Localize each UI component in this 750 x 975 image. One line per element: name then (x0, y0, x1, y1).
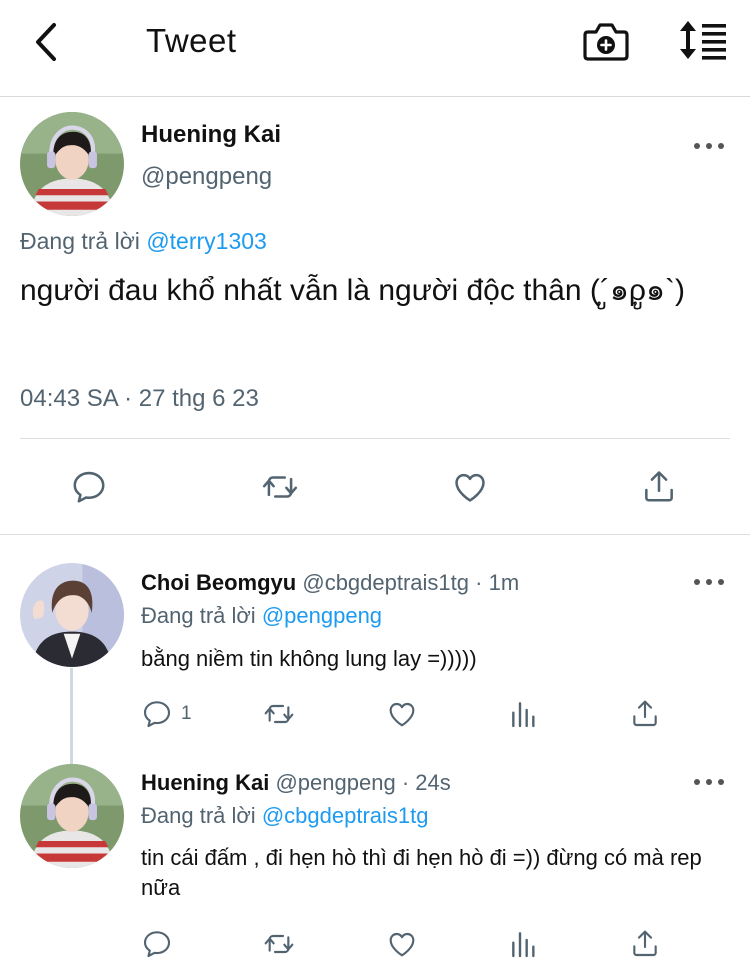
reply-icon (141, 928, 173, 960)
mention-link[interactable]: @pengpeng (262, 603, 382, 628)
camera-button[interactable] (582, 18, 630, 64)
share-icon (629, 926, 661, 960)
mention-link[interactable]: @cbgdeptrais1tg (262, 803, 429, 828)
dot-icon (706, 779, 712, 785)
more-options-button[interactable] (694, 775, 724, 789)
replying-to: Đang trả lời @pengpeng (141, 603, 382, 629)
dot-icon (706, 143, 712, 149)
author-name[interactable]: Huening Kai (141, 770, 269, 795)
author-handle[interactable]: @cbgdeptrais1tg (302, 570, 469, 595)
reply-header: Huening Kai @pengpeng · 24s (141, 770, 451, 796)
replying-prefix: Đang trả lời (20, 228, 140, 254)
sort-button[interactable] (676, 18, 730, 62)
reply-count: 1 (181, 703, 192, 724)
reply-text: tin cái đấm , đi hẹn hò thì đi hẹn hò đi… (141, 845, 702, 900)
view-stats-button[interactable] (508, 928, 540, 960)
page-title: Tweet (146, 22, 237, 59)
bar-chart-icon (508, 698, 540, 730)
reply-button[interactable] (70, 468, 108, 506)
dot-icon (694, 579, 700, 585)
chevron-left-icon (36, 23, 56, 61)
bar-chart-icon (508, 928, 540, 960)
like-button[interactable] (450, 468, 490, 506)
heart-icon (385, 928, 419, 960)
dot-icon (718, 143, 724, 149)
more-options-button[interactable] (694, 139, 724, 153)
thread-line (70, 668, 73, 766)
reply-header: Choi Beomgyu @cbgdeptrais1tg · 1m (141, 570, 519, 596)
dot-icon (718, 779, 724, 785)
avatar[interactable] (20, 764, 124, 868)
share-button[interactable] (629, 696, 661, 730)
reply-button[interactable] (141, 928, 173, 960)
camera-plus-icon (583, 23, 629, 61)
sort-list-icon (680, 21, 726, 60)
author-name[interactable]: Choi Beomgyu (141, 570, 296, 595)
retweet-icon (261, 698, 297, 730)
tweet-timestamp: 04:43 SA · 27 thg 6 23 (20, 385, 259, 412)
author-name[interactable]: Huening Kai (141, 121, 281, 149)
share-icon (640, 466, 678, 506)
replying-to: Đang trả lời @cbgdeptrais1tg (141, 803, 428, 829)
dot-icon (718, 579, 724, 585)
replying-prefix: Đang trả lời (141, 803, 256, 828)
replying-to: Đang trả lời @terry1303 (20, 228, 267, 255)
reply-button[interactable]: 1 (141, 698, 192, 730)
share-button[interactable] (640, 466, 678, 506)
like-button[interactable] (385, 928, 419, 960)
reply-time: · 24s (401, 770, 451, 795)
reply-text: bằng niềm tin không lung lay =))))) (141, 646, 477, 671)
divider (0, 534, 750, 535)
retweet-button[interactable] (261, 698, 297, 730)
retweet-icon (258, 468, 302, 506)
heart-icon (385, 698, 419, 730)
dot-icon (706, 579, 712, 585)
dot-icon (694, 779, 700, 785)
top-bar: Tweet (0, 0, 750, 97)
avatar[interactable] (20, 112, 124, 216)
retweet-button[interactable] (258, 468, 302, 506)
avatar[interactable] (20, 563, 124, 667)
dot-icon (694, 143, 700, 149)
reply-icon (70, 468, 108, 506)
back-button[interactable] (26, 20, 66, 64)
divider (20, 438, 730, 439)
replying-prefix: Đang trả lời (141, 603, 256, 628)
author-handle[interactable]: @pengpeng (141, 163, 272, 191)
view-stats-button[interactable] (508, 698, 540, 730)
author-handle[interactable]: @pengpeng (275, 770, 395, 795)
reply-time: · 1m (475, 570, 520, 595)
heart-icon (450, 468, 490, 506)
mention-link[interactable]: @terry1303 (146, 228, 267, 254)
retweet-icon (261, 928, 297, 960)
more-options-button[interactable] (694, 575, 724, 589)
retweet-button[interactable] (261, 928, 297, 960)
reply-icon (141, 698, 173, 730)
share-button[interactable] (629, 926, 661, 960)
share-icon (629, 696, 661, 730)
like-button[interactable] (385, 698, 419, 730)
tweet-text: người đau khổ nhất vẫn là người độc thân… (20, 274, 685, 307)
